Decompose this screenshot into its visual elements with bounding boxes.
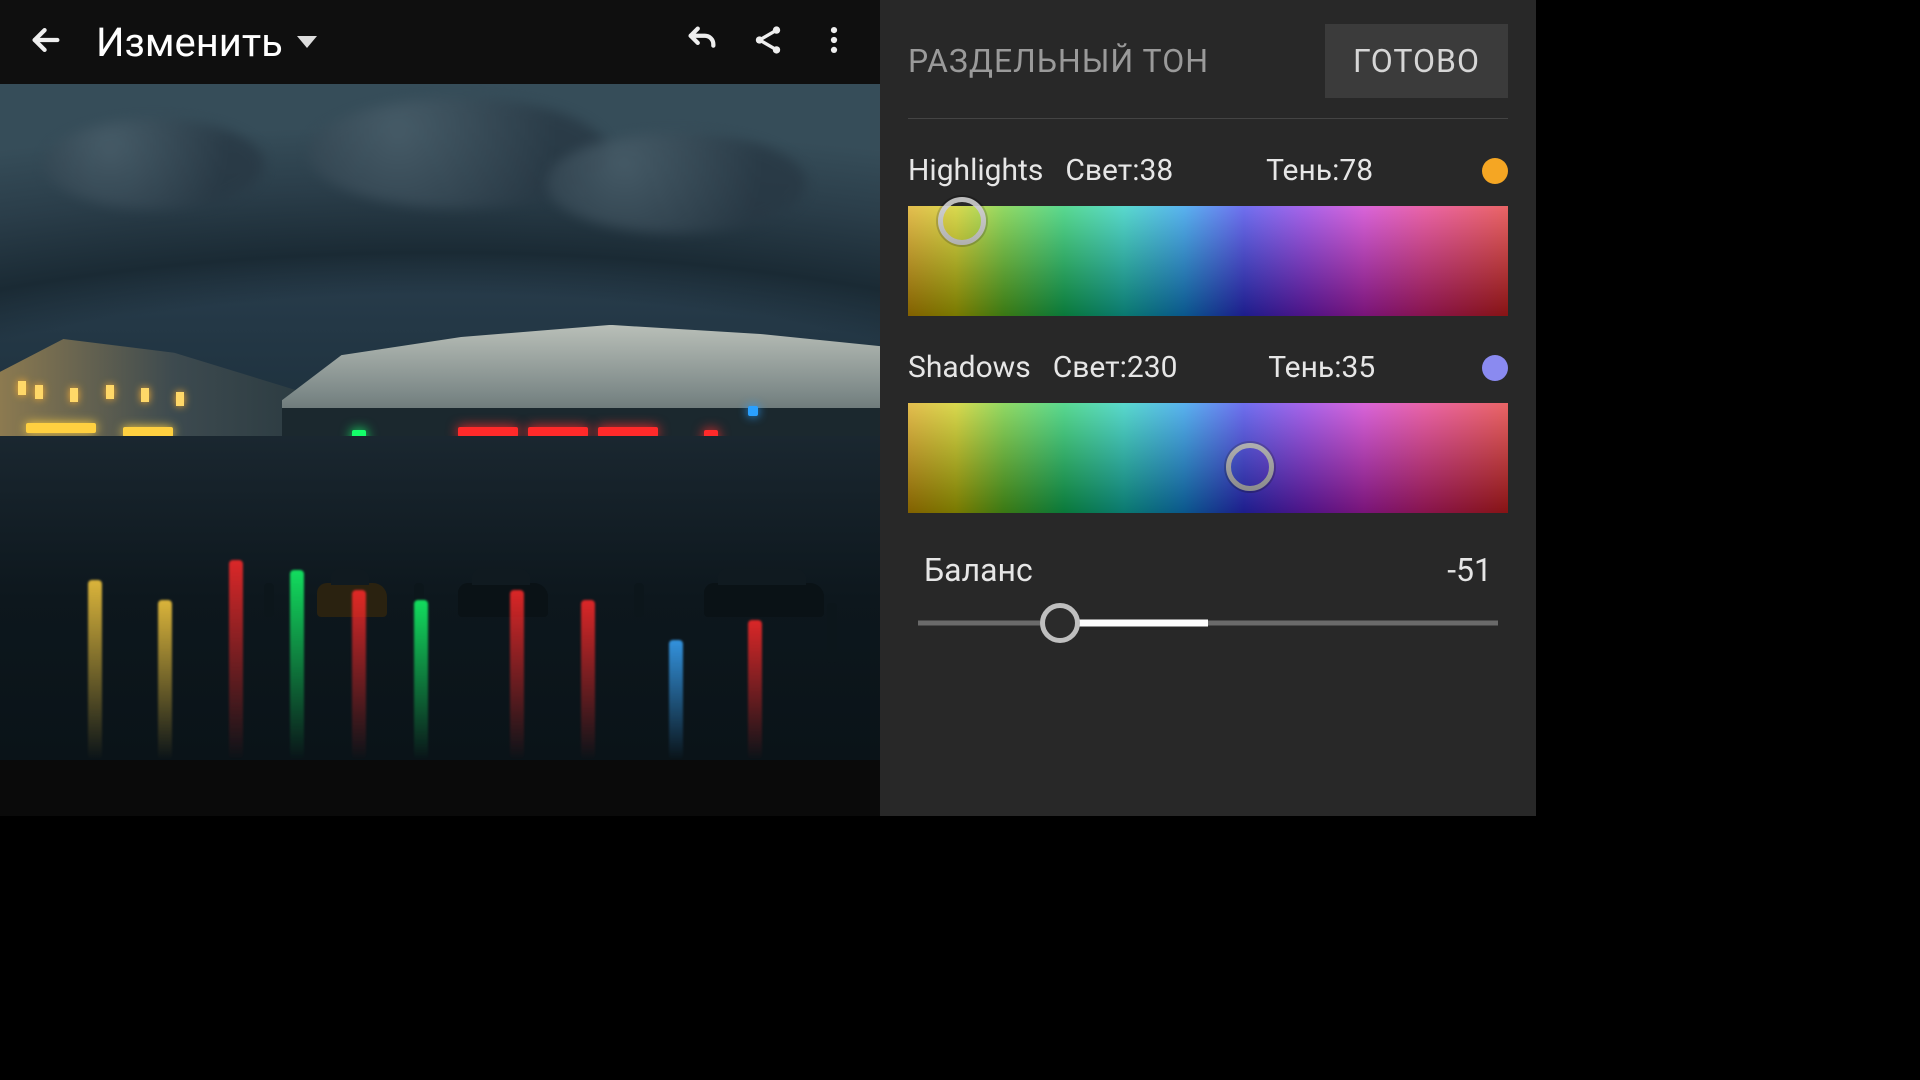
balance-label: Баланс <box>924 551 1033 589</box>
canvas-toolbar: Изменить <box>0 0 880 84</box>
highlights-picker[interactable] <box>938 197 986 245</box>
undo-button[interactable] <box>674 14 730 70</box>
shadows-block: Shadows Свет:230 Тень:35 <box>908 350 1508 513</box>
overflow-menu-button[interactable] <box>806 14 862 70</box>
balance-slider[interactable] <box>918 601 1498 645</box>
shadows-swatch <box>1482 355 1508 381</box>
chevron-down-icon <box>297 36 317 48</box>
image-canvas: Изменить <box>0 0 880 816</box>
panel-header: РАЗДЕЛЬНЫЙ ТОН ГОТОВО <box>908 18 1508 119</box>
highlights-sat-readout: Тень:78 <box>1266 153 1373 188</box>
balance-track-fill <box>1060 620 1208 627</box>
shadows-hue-readout: Свет:230 <box>1053 350 1178 385</box>
share-icon <box>751 23 785 61</box>
balance-block: Баланс -51 <box>908 551 1508 645</box>
shadows-picker[interactable] <box>1226 443 1274 491</box>
photo-preview[interactable] <box>0 84 880 760</box>
highlights-swatch <box>1482 158 1508 184</box>
more-vertical-icon <box>817 23 851 61</box>
highlights-label: Highlights <box>908 153 1043 188</box>
undo-icon <box>685 23 719 61</box>
highlights-block: Highlights Свет:38 Тень:78 <box>908 153 1508 316</box>
done-button[interactable]: ГОТОВО <box>1325 24 1508 98</box>
split-toning-panel: РАЗДЕЛЬНЫЙ ТОН ГОТОВО Highlights Свет:38… <box>880 0 1536 816</box>
highlights-spectrum[interactable] <box>908 206 1508 316</box>
back-button[interactable] <box>18 14 74 70</box>
share-button[interactable] <box>740 14 796 70</box>
highlights-hue-readout: Свет:38 <box>1065 153 1173 188</box>
balance-value: -51 <box>1447 551 1492 589</box>
panel-title: РАЗДЕЛЬНЫЙ ТОН <box>908 42 1209 80</box>
mode-dropdown[interactable]: Изменить <box>84 19 329 66</box>
shadows-label: Shadows <box>908 350 1031 385</box>
shadows-sat-readout: Тень:35 <box>1268 350 1375 385</box>
balance-thumb[interactable] <box>1040 603 1080 643</box>
shadows-spectrum[interactable] <box>908 403 1508 513</box>
arrow-left-icon <box>29 23 63 61</box>
mode-dropdown-label: Изменить <box>96 19 283 66</box>
